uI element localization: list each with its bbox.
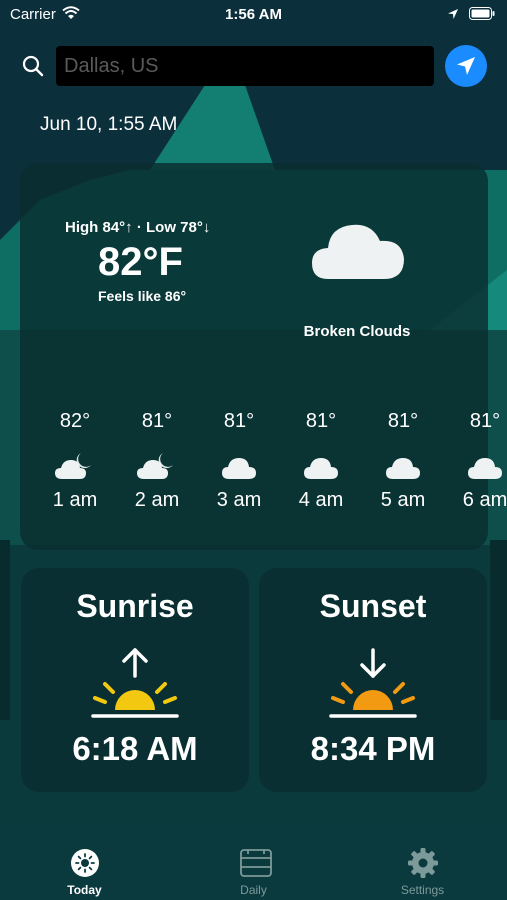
search-row <box>0 44 507 90</box>
hourly-temp: 81° <box>223 410 255 432</box>
hourly-item: 81° 2 am <box>117 410 197 512</box>
hourly-time: 2 am <box>134 489 180 511</box>
sunrise-time: 6:18 AM <box>72 730 198 767</box>
tab-today[interactable]: Today <box>0 828 169 900</box>
sunset-title: Sunset <box>319 588 427 624</box>
weather-condition: Broken Clouds <box>303 323 411 340</box>
cloud-icon <box>386 458 420 479</box>
calendar-list-icon <box>240 849 272 877</box>
hourly-time: 5 am <box>380 489 426 511</box>
sunset-card: Sunset 8:34 PM <box>259 568 487 792</box>
hourly-time: 3 am <box>216 489 262 511</box>
cloud-icon <box>304 458 338 479</box>
feels-like: Feels like 86° <box>98 288 187 304</box>
location-arrow-icon <box>448 8 458 19</box>
tab-settings[interactable]: Settings <box>338 828 507 900</box>
current-temperature: 82°F <box>98 240 183 284</box>
sunrise-card: Sunrise 6:18 AM <box>21 568 249 792</box>
cloud-icon <box>312 224 404 279</box>
hourly-forecast[interactable]: 82° 1 am 81° 2 am 81° 3 am 81° 4 am 81° … <box>20 410 507 520</box>
navigation-arrow-icon <box>457 57 475 75</box>
battery-icon <box>469 7 495 20</box>
cloud-icon <box>468 458 502 479</box>
tab-daily-label: Daily <box>240 883 267 897</box>
hourly-item: 81° 5 am <box>363 410 443 512</box>
status-bar: Carrier 1:56 AM <box>0 0 507 28</box>
cloud-icon <box>222 458 256 479</box>
sunset-time: 8:34 PM <box>310 730 436 767</box>
hourly-item: 82° 1 am <box>35 410 115 512</box>
sunrise-icon <box>91 648 179 718</box>
hourly-temp: 81° <box>305 410 337 432</box>
tab-bar: Today Daily Settings <box>0 828 507 900</box>
hourly-time: 6 am <box>462 489 507 511</box>
hourly-temp: 81° <box>387 410 419 432</box>
cloud-moon-icon <box>137 453 173 479</box>
high-low-temp: High 84°↑ · Low 78°↓ <box>65 219 211 236</box>
status-time: 1:56 AM <box>225 6 282 23</box>
current-location-button[interactable] <box>445 45 487 87</box>
hourly-item: 81° 6 am <box>445 410 507 512</box>
search-input[interactable] <box>56 46 434 86</box>
hourly-item: 81° 4 am <box>281 410 361 512</box>
hourly-time: 1 am <box>52 489 98 511</box>
cloud-moon-icon <box>55 453 91 479</box>
tab-daily[interactable]: Daily <box>169 828 338 900</box>
gear-icon <box>408 848 438 878</box>
hourly-temp: 81° <box>141 410 173 432</box>
hourly-time: 4 am <box>298 489 344 511</box>
sun-icon <box>71 849 99 877</box>
sunset-icon <box>329 648 417 718</box>
hourly-temp: 82° <box>59 410 91 432</box>
search-icon[interactable] <box>22 55 44 77</box>
tab-today-label: Today <box>67 883 102 897</box>
hourly-temp: 81° <box>469 410 501 432</box>
sunrise-title: Sunrise <box>76 588 194 624</box>
tab-settings-label: Settings <box>400 883 445 897</box>
current-datetime: Jun 10, 1:55 AM <box>40 114 178 135</box>
hourly-item: 81° 3 am <box>199 410 279 512</box>
